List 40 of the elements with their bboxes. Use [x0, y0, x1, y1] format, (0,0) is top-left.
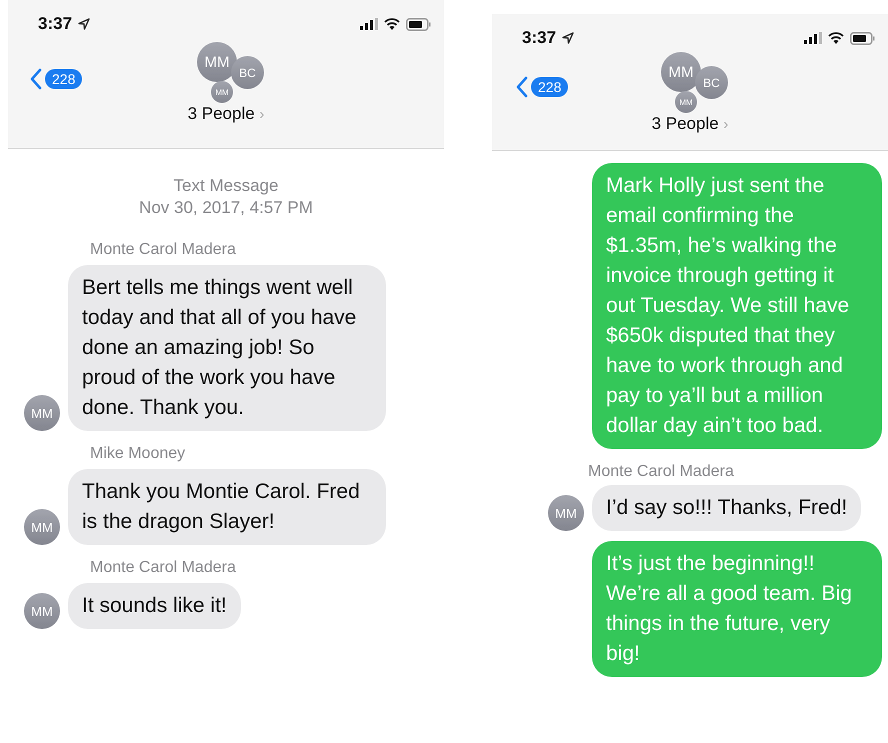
back-chevron-icon [30, 68, 42, 90]
message-type-label: Text Message [172, 175, 280, 197]
battery-icon [406, 18, 432, 30]
sender-name: Monte Carol Madera [588, 463, 735, 481]
back-button[interactable]: 228 [30, 68, 82, 90]
avatar[interactable]: MM [661, 52, 701, 92]
unread-count-badge: 228 [531, 77, 568, 97]
incoming-message-bubble: Bert tells me things went well today and that all of you have done an amazing job! So proud of the work you have done. Thank you. [68, 265, 386, 431]
conversation-title[interactable]: 3 People › [652, 114, 728, 134]
status-time: 3:37 [522, 28, 556, 48]
avatar[interactable]: MM [197, 42, 237, 82]
wifi-icon [384, 18, 400, 30]
sender-name: Monte Carol Madera [90, 559, 237, 577]
message-timestamp: Nov 30, 2017, 4:57 PM [138, 197, 314, 219]
outgoing-message-bubble: Mark Holly just sent the email confirming the $1.35m, he’s walking the invoice through getting it out Tuesday. We still have $650k disputed that they have to work through and pay to ya’ll but a million dollar day ain’t too bad. [592, 163, 882, 449]
avatar[interactable]: BC [231, 56, 264, 89]
sender-avatar: MM [24, 593, 60, 629]
unread-count-badge: 228 [45, 69, 82, 89]
avatar[interactable]: MM [211, 81, 233, 103]
location-arrow-icon [78, 18, 90, 30]
outgoing-message-bubble: It’s just the beginning!! We’re all a good team. Big things in the future, very big! [592, 541, 882, 677]
status-time: 3:37 [38, 14, 72, 34]
sender-avatar: MM [548, 495, 584, 531]
sender-name: Mike Mooney [90, 445, 186, 463]
avatar[interactable]: BC [695, 66, 728, 99]
signal-icon [360, 18, 378, 30]
back-button[interactable]: 228 [516, 76, 568, 98]
wifi-icon [828, 32, 844, 44]
location-arrow-icon [562, 32, 574, 44]
sender-avatar: MM [24, 509, 60, 545]
battery-icon [850, 32, 876, 44]
avatar[interactable]: MM [675, 91, 697, 113]
sender-name: Monte Carol Madera [90, 241, 237, 259]
sender-avatar: MM [24, 395, 60, 431]
signal-icon [804, 32, 822, 44]
back-chevron-icon [516, 76, 528, 98]
incoming-message-bubble: It sounds like it! [68, 583, 241, 629]
conversation-title[interactable]: 3 People › [188, 104, 264, 124]
incoming-message-bubble: Thank you Montie Carol. Fred is the dragon Slayer! [68, 469, 386, 545]
incoming-message-bubble: I’d say so!!! Thanks, Fred! [592, 485, 862, 531]
